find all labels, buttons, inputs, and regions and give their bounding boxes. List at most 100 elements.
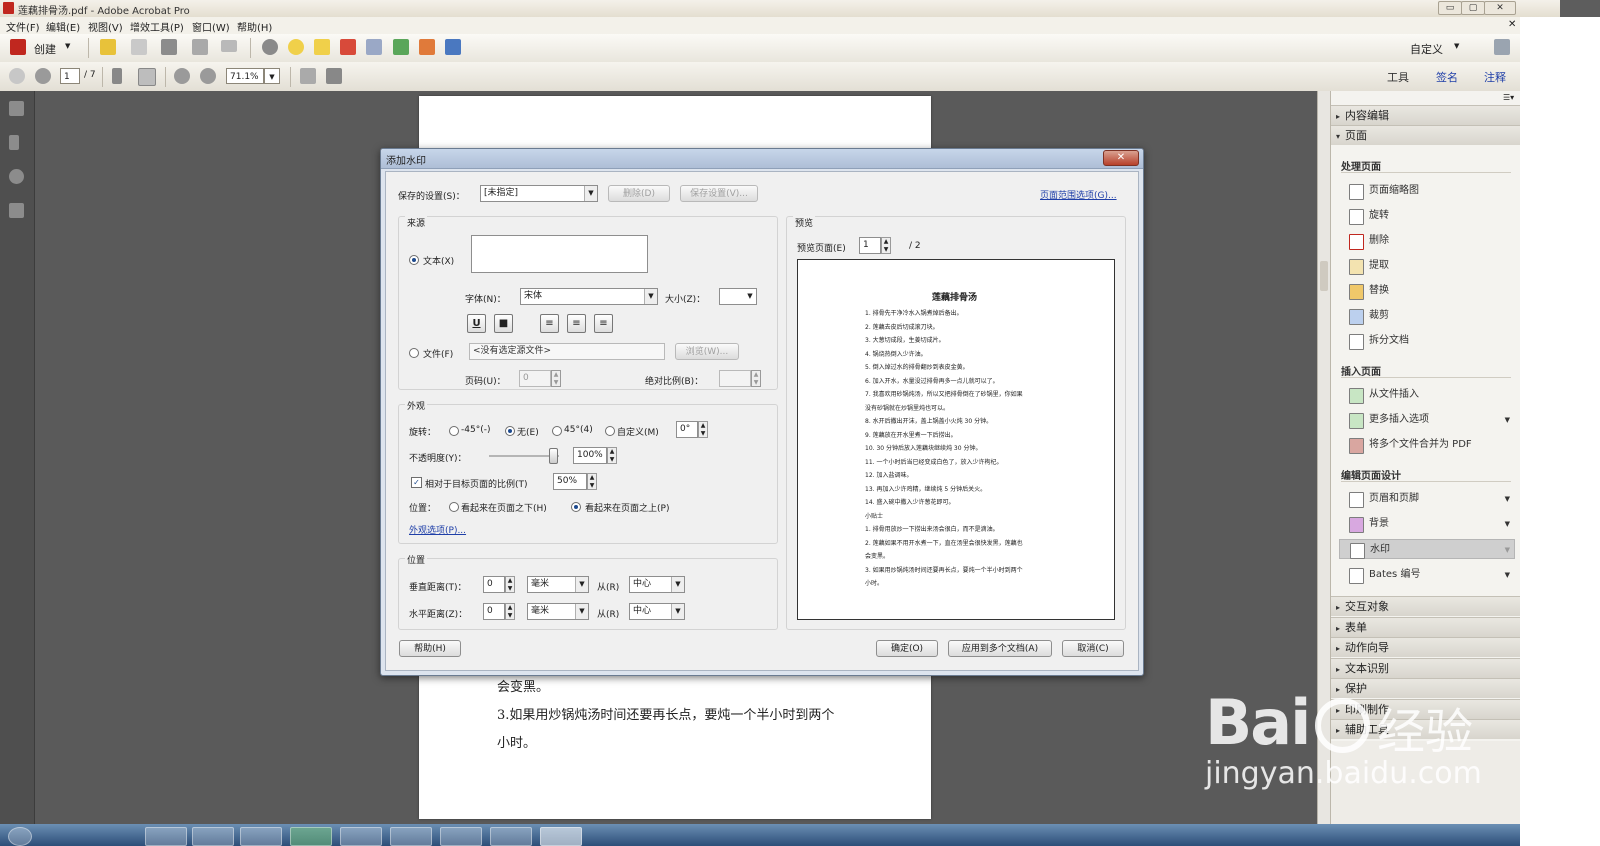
bookmark-icon[interactable]	[9, 135, 19, 150]
page-thumbnails-icon[interactable]	[9, 101, 24, 116]
size-select[interactable]: ▼	[719, 288, 757, 305]
absolute-scale-spinner[interactable]: ▲ ▼	[719, 370, 761, 387]
delete-page-icon[interactable]	[340, 39, 356, 55]
expand-icon[interactable]	[1494, 39, 1510, 55]
dialog-close-button[interactable]: ✕	[1103, 150, 1139, 166]
opacity-slider-thumb[interactable]	[549, 448, 558, 464]
taskbar-app[interactable]	[390, 827, 432, 846]
taskbar-app[interactable]	[192, 827, 234, 846]
tool-more-insert[interactable]: 更多插入选项 ▼	[1349, 410, 1514, 430]
doc-close-icon[interactable]: ✕	[1508, 19, 1516, 30]
open-icon[interactable]	[100, 39, 116, 55]
signature-icon[interactable]	[9, 203, 24, 218]
sign-tab[interactable]: 签名	[1436, 69, 1458, 85]
tool-page-thumbnails[interactable]: 页面缩略图	[1349, 181, 1514, 201]
tool-crop[interactable]: 裁剪	[1349, 306, 1514, 326]
section-print-production[interactable]: ▸ 印刷制作	[1331, 699, 1521, 719]
watermark-text-input[interactable]	[471, 235, 648, 273]
spinner-arrows-icon[interactable]: ▲ ▼	[505, 603, 515, 620]
spinner-arrows-icon[interactable]: ▲ ▼	[505, 576, 515, 593]
source-file-radio[interactable]	[409, 348, 419, 358]
attachment-icon[interactable]	[9, 169, 24, 184]
tool-delete[interactable]: 删除	[1349, 231, 1514, 251]
cancel-button[interactable]: 取消(C)	[1062, 640, 1124, 657]
color-button[interactable]: ■	[494, 314, 513, 333]
hand-tool-icon[interactable]	[138, 68, 156, 86]
maximize-button[interactable]: ▢	[1461, 1, 1485, 15]
vertical-distance-spinner[interactable]: 0 ▲ ▼	[483, 576, 515, 593]
tool-extract[interactable]: 提取	[1349, 256, 1514, 276]
customize-button[interactable]: 自定义	[1410, 41, 1443, 57]
tools-tab[interactable]: 工具	[1387, 69, 1409, 85]
section-content-edit[interactable]: ▸ 内容编辑	[1331, 105, 1521, 125]
align-center-button[interactable]: ≡	[567, 314, 586, 333]
horizontal-unit-select[interactable]: 毫米 ▼	[527, 603, 589, 620]
zoom-in-icon[interactable]	[200, 68, 216, 84]
zoom-dropdown-icon[interactable]: ▼	[264, 68, 280, 84]
close-button[interactable]: ✕	[1484, 1, 1516, 15]
save-icon[interactable]	[131, 39, 147, 55]
saved-settings-select[interactable]: [未指定] ▼	[480, 185, 598, 202]
horizontal-distance-spinner[interactable]: 0 ▲ ▼	[483, 603, 515, 620]
horizontal-from-select[interactable]: 中心 ▼	[629, 603, 685, 620]
vertical-scrollbar[interactable]	[1317, 91, 1331, 824]
align-right-button[interactable]: ≡	[594, 314, 613, 333]
vertical-unit-select[interactable]: 毫米 ▼	[527, 576, 589, 593]
spinner-arrows-icon[interactable]: ▲ ▼	[587, 473, 597, 490]
replace-icon[interactable]	[419, 39, 435, 55]
crop-icon[interactable]	[445, 39, 461, 55]
relative-scale-spinner[interactable]: 50% ▲ ▼	[553, 473, 597, 490]
section-action-wizard[interactable]: ▸ 动作向导	[1331, 637, 1521, 657]
page-number-input[interactable]: 1	[60, 68, 80, 84]
create-icon[interactable]	[10, 39, 26, 55]
source-text-radio[interactable]	[409, 255, 419, 265]
scrollbar-thumb[interactable]	[1320, 261, 1328, 291]
section-text-recognition[interactable]: ▸ 文本识别	[1331, 658, 1521, 678]
tool-combine-files[interactable]: 将多个文件合并为 PDF	[1349, 435, 1514, 455]
page-number-spinner[interactable]: 0 ▲ ▼	[519, 370, 561, 387]
chevron-down-icon[interactable]: ▼	[1505, 489, 1510, 509]
vertical-from-select[interactable]: 中心 ▼	[629, 576, 685, 593]
gear-icon[interactable]	[262, 39, 278, 55]
behind-page-radio[interactable]	[449, 502, 459, 512]
delete-settings-button[interactable]: 删除(D)	[608, 185, 670, 202]
taskbar-app[interactable]	[340, 827, 382, 846]
underline-button[interactable]: U	[467, 314, 486, 333]
pane-options-icon[interactable]: ☰▾	[1503, 93, 1514, 102]
ok-button[interactable]: 确定(O)	[876, 640, 938, 657]
start-button[interactable]	[8, 827, 32, 846]
menu-help[interactable]: 帮助(H)	[237, 19, 272, 34]
section-protection[interactable]: ▸ 保护	[1331, 678, 1521, 698]
taskbar-app[interactable]	[290, 827, 332, 846]
page-range-options-link[interactable]: 页面范围选项(G)...	[1040, 188, 1117, 201]
tool-split[interactable]: 拆分文档	[1349, 331, 1514, 351]
tool-bates[interactable]: Bates 编号 ▼	[1349, 565, 1514, 585]
chevron-down-icon[interactable]: ▼	[1505, 540, 1510, 560]
comment-icon[interactable]	[288, 39, 304, 55]
help-button[interactable]: 帮助(H)	[399, 640, 461, 657]
email-icon[interactable]	[221, 40, 237, 52]
taskbar-app[interactable]	[240, 827, 282, 846]
spinner-arrows-icon[interactable]: ▲ ▼	[698, 421, 708, 438]
align-left-button[interactable]: ≡	[540, 314, 559, 333]
taskbar-app[interactable]	[145, 827, 187, 846]
apply-multiple-button[interactable]: 应用到多个文档(A)	[948, 640, 1052, 657]
menu-file[interactable]: 文件(F)	[6, 19, 40, 34]
rotation-custom-radio[interactable]	[605, 426, 615, 436]
comment-tab[interactable]: 注释	[1484, 69, 1506, 85]
spinner-arrows-icon[interactable]: ▲ ▼	[881, 237, 891, 254]
rotation-45-radio[interactable]	[552, 426, 562, 436]
tool-header-footer[interactable]: 页眉和页脚 ▼	[1349, 489, 1514, 509]
fit-page-icon[interactable]	[300, 68, 316, 84]
tool-replace[interactable]: 替换	[1349, 281, 1514, 301]
highlight-icon[interactable]	[314, 39, 330, 55]
font-select[interactable]: 宋体 ▼	[520, 288, 658, 305]
appearance-options-link[interactable]: 外观选项(P)...	[409, 523, 466, 536]
tool-watermark[interactable]: 水印 ▼	[1339, 539, 1515, 559]
section-pages[interactable]: ▾ 页面	[1331, 125, 1521, 145]
prev-page-icon[interactable]	[9, 68, 25, 84]
spinner-arrows-icon[interactable]: ▲ ▼	[751, 370, 761, 387]
print-icon[interactable]	[161, 39, 177, 55]
section-forms[interactable]: ▸ 表单	[1331, 617, 1521, 637]
source-file-field[interactable]: <没有选定源文件>	[469, 343, 665, 360]
